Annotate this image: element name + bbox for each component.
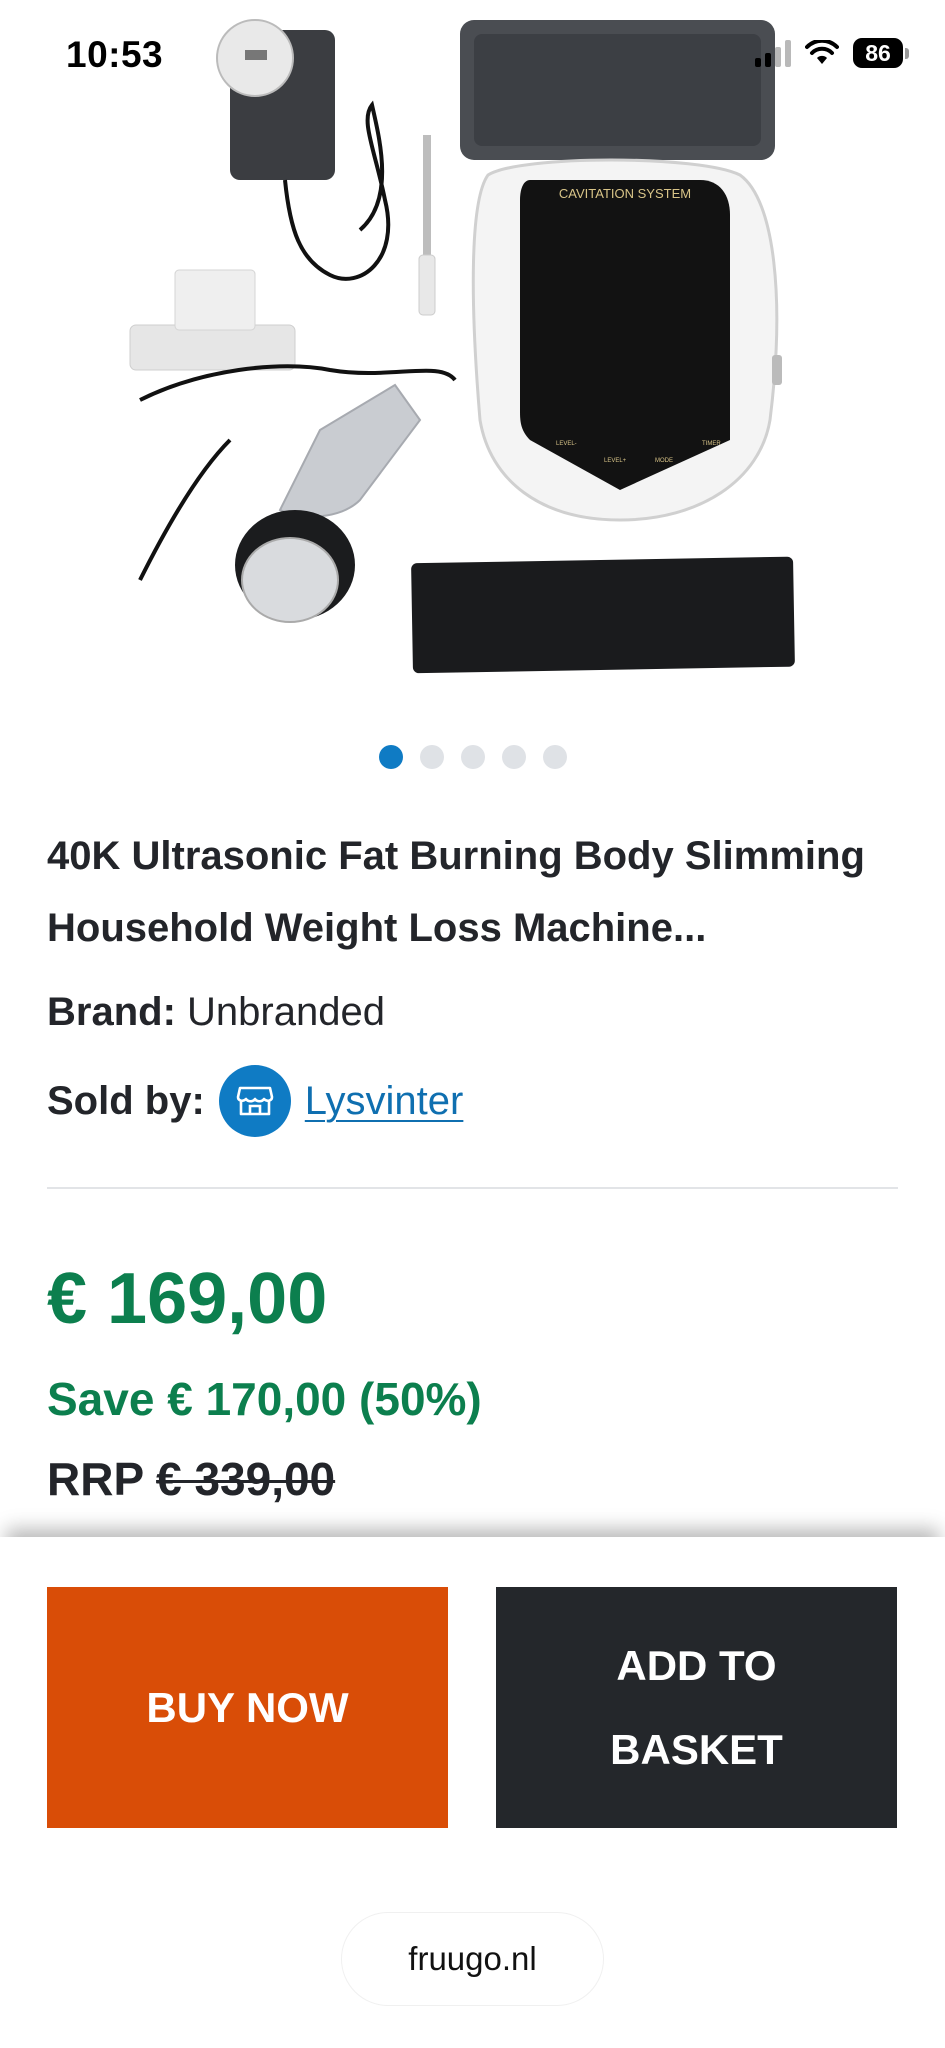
battery-icon: 86: [853, 38, 909, 68]
gallery-dot[interactable]: [378, 745, 403, 769]
price: € 169,00: [47, 1259, 328, 1339]
address-bar[interactable]: fruugo.nl: [342, 1913, 603, 2005]
sold-by-label: Sold by:: [47, 1078, 205, 1123]
url-text: fruugo.nl: [408, 1940, 537, 1977]
screwdriver: [423, 135, 431, 255]
signal-icon: [755, 39, 791, 67]
divider: [47, 1187, 898, 1189]
gallery-dot[interactable]: [542, 745, 567, 769]
status-time: 10:53: [66, 34, 164, 75]
device-button-label: TIMER: [702, 441, 721, 447]
device-button-label: MODE: [655, 458, 673, 464]
status-icons: 86: [755, 38, 909, 68]
battery-level: 86: [853, 38, 903, 68]
store-icon[interactable]: [218, 1065, 291, 1137]
gallery-pagination: [0, 745, 945, 769]
buy-now-button[interactable]: BUY NOW: [47, 1587, 448, 1828]
brand-label: Brand:: [47, 990, 176, 1034]
savings-text: Save € 170,00 (50%): [47, 1373, 482, 1425]
bracket: [129, 324, 296, 371]
rrp-row: RRP € 339,00: [47, 1452, 335, 1506]
rrp-value: € 339,00: [156, 1453, 336, 1505]
brand-row: Brand: Unbranded: [47, 990, 385, 1035]
gallery-dot[interactable]: [501, 745, 526, 769]
rrp-label: RRP: [47, 1453, 144, 1505]
product-title: 40K Ultrasonic Fat Burning Body Slimming…: [47, 834, 865, 950]
gel-pad: [411, 556, 795, 674]
gallery-dot[interactable]: [460, 745, 485, 769]
gallery-dot[interactable]: [419, 745, 444, 769]
device-button-label: LEVEL-: [556, 441, 577, 447]
handpiece: [278, 383, 422, 518]
product-image[interactable]: CAVITATION SYSTEM LEVEL- LEVEL+ MODE TIM…: [0, 0, 945, 700]
add-to-basket-button[interactable]: ADD TO BASKET: [496, 1587, 897, 1828]
device-label: CAVITATION SYSTEM: [559, 186, 691, 201]
brand-value: Unbranded: [187, 990, 385, 1034]
seller-link[interactable]: Lysvinter: [305, 1079, 464, 1124]
wifi-icon: [805, 40, 839, 64]
device-button-label: LEVEL+: [604, 458, 627, 464]
sold-by-row: Sold by: Lysvinter: [47, 1065, 463, 1137]
